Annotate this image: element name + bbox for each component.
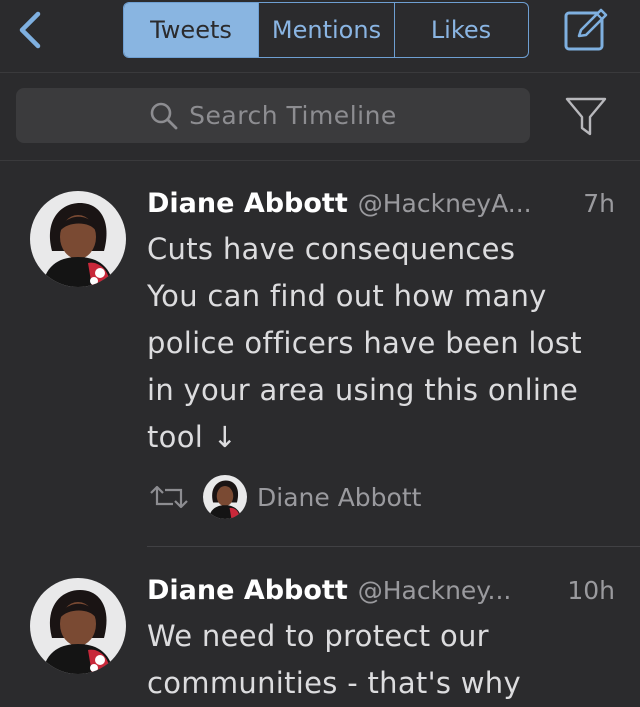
divider <box>0 72 640 73</box>
tweet-text-line: Cuts have consequences <box>147 232 516 266</box>
search-icon <box>150 102 178 129</box>
author-name[interactable]: Diane Abbott <box>147 188 348 219</box>
back-chevron-icon[interactable] <box>12 8 48 52</box>
search-timeline-input[interactable]: Search Timeline <box>16 88 530 143</box>
filter-icon[interactable] <box>564 94 608 138</box>
timeline-segmented-control: Tweets Mentions Likes <box>123 2 529 58</box>
author-name[interactable]: Diane Abbott <box>147 575 348 606</box>
tweet-text: Cuts have consequences You can find out … <box>147 226 617 461</box>
tweet-header: Diane Abbott @HackneyA... 7h <box>147 188 615 224</box>
tab-tweets[interactable]: Tweets <box>124 3 258 57</box>
avatar[interactable] <box>30 578 126 674</box>
tweet-text-line: communities - that's why <box>147 666 521 700</box>
divider <box>0 160 640 161</box>
tweet-header: Diane Abbott @Hackney... 10h <box>147 575 615 611</box>
tweet-text-line: police officers have been lost <box>147 326 582 360</box>
retweet-context: Diane Abbott <box>147 474 421 520</box>
search-placeholder: Search Timeline <box>189 101 397 130</box>
tweet-text: We need to protect our communities - tha… <box>147 613 617 707</box>
retweeter-avatar[interactable] <box>203 475 247 519</box>
author-handle[interactable]: @HackneyA... <box>358 189 532 218</box>
tab-mentions[interactable]: Mentions <box>258 3 394 57</box>
tab-likes[interactable]: Likes <box>394 3 527 57</box>
author-handle[interactable]: @Hackney... <box>358 576 512 605</box>
tweet-text-line: You can find out how many <box>147 279 547 313</box>
tweet-timestamp: 7h <box>583 189 615 218</box>
compose-icon[interactable] <box>563 6 609 52</box>
retweet-icon <box>150 485 188 509</box>
tweet-divider <box>147 546 640 547</box>
top-bar: Tweets Mentions Likes <box>0 0 640 72</box>
tweet-text-line: We need to protect our <box>147 619 489 653</box>
retweeter-name[interactable]: Diane Abbott <box>257 483 421 512</box>
avatar[interactable] <box>30 191 126 287</box>
tweet-text-line: tool ↓ <box>147 420 238 454</box>
tweet-timestamp: 10h <box>567 576 615 605</box>
tweet-text-line: in your area using this online <box>147 373 579 407</box>
